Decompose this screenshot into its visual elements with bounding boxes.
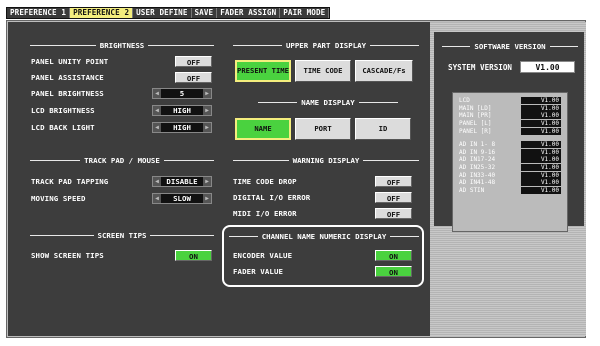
module-version-table: LCD V1.00 MAIN [LD] V1.00 MAIN [PR] V1.00 P… [452,92,568,232]
brightness-title: BRIGHTNESS [99,40,145,50]
trackpad-header: TRACK PAD / MOUSE [30,155,214,165]
list-item: MAIN [LD] V1.00 [459,104,561,112]
list-item: LCD V1.00 [459,97,561,105]
list-item: AD STIN V1.00 [459,186,561,194]
tab-preference-2[interactable]: PREFERENCE 2 [70,8,134,18]
arrow-left-icon[interactable]: ◀ [153,106,161,115]
panel-unity-point-button[interactable]: OFF [175,56,212,67]
arrow-right-icon[interactable]: ▶ [203,89,211,98]
panel-brightness-stepper[interactable]: ◀ 5 ▶ [152,88,212,99]
channel-numeric-header: CHANNEL NAME NUMERIC DISPLAY [229,231,419,241]
tab-save[interactable]: SAVE [192,8,218,18]
present-time-button[interactable]: PRESENT TIME [235,60,291,82]
tab-bar: PREFERENCE 1 PREFERENCE 2 USER DEFINE SA… [6,7,331,19]
upper-display-header: UPPER PART DISPLAY [233,40,419,50]
track-pad-tapping-stepper[interactable]: ◀ DISABLE ▶ [152,176,212,187]
list-item: PANEL [R] V1.00 [459,127,561,135]
arrow-left-icon[interactable]: ◀ [153,123,161,132]
id-button[interactable]: ID [355,118,411,140]
arrow-right-icon[interactable]: ▶ [203,123,211,132]
time-code-drop-label: TIME CODE DROP [233,177,297,186]
list-item: AD IN33-40 V1.00 [459,171,561,179]
lcd-back-light-stepper[interactable]: ◀ HIGH ▶ [152,122,212,133]
arrow-left-icon[interactable]: ◀ [153,89,161,98]
list-item: PANEL [L] V1.00 [459,120,561,128]
list-item: AD IN 9-16 V1.00 [459,148,561,156]
midi-io-error-label: MIDI I/O ERROR [233,209,297,218]
list-item: AD IN17-24 V1.00 [459,156,561,164]
software-version-header: SOFTWARE VERSION [442,41,579,51]
encoder-value-button[interactable]: ON [375,250,412,261]
cascade-fs-button[interactable]: CASCADE/Fs [355,60,413,82]
list-item: AD IN25-32 V1.00 [459,164,561,172]
show-screen-tips-label: SHOW SCREEN TIPS [31,251,104,260]
fader-value-button[interactable]: ON [375,266,412,277]
list-item: AD IN 1- 8 V1.00 [459,141,561,149]
port-button[interactable]: PORT [295,118,351,140]
time-code-button[interactable]: TIME CODE [295,60,351,82]
arrow-right-icon[interactable]: ▶ [203,106,211,115]
lcd-back-light-value: HIGH [173,123,191,132]
moving-speed-value: SLOW [173,194,191,203]
tab-user-define[interactable]: USER DEFINE [133,8,192,18]
tab-pair-mode[interactable]: PAIR MODE [280,8,330,18]
arrow-right-icon[interactable]: ▶ [203,194,211,203]
lcd-brightness-label: LCD BRIGHTNESS [31,106,95,115]
arrow-left-icon[interactable]: ◀ [153,177,161,186]
lcd-brightness-stepper[interactable]: ◀ HIGH ▶ [152,105,212,116]
panel-brightness-value: 5 [179,89,185,98]
moving-speed-stepper[interactable]: ◀ SLOW ▶ [152,193,212,204]
encoder-value-label: ENCODER VALUE [233,251,293,260]
show-screen-tips-button[interactable]: ON [175,250,212,261]
time-code-drop-button[interactable]: OFF [375,176,412,187]
upper-display-title: UPPER PART DISPLAY [285,40,367,50]
name-display-title: NAME DISPLAY [301,97,355,107]
list-item: MAIN [PR] V1.00 [459,112,561,120]
name-button[interactable]: NAME [235,118,291,140]
system-version-label: SYSTEM VERSION [448,63,513,72]
list-item: AD IN41-48 V1.00 [459,179,561,187]
screen-tips-title: SCREEN TIPS [97,230,147,240]
brightness-header: BRIGHTNESS [30,40,214,50]
lcd-back-light-label: LCD BACK LIGHT [31,123,95,132]
screen-tips-header: SCREEN TIPS [30,230,215,240]
arrow-left-icon[interactable]: ◀ [153,194,161,203]
track-pad-tapping-label: TRACK PAD TAPPING [31,177,109,186]
system-version-value: V1.00 [520,61,575,73]
lcd-brightness-value: HIGH [173,106,191,115]
name-display-header: NAME DISPLAY [258,97,398,107]
digital-io-error-button[interactable]: OFF [375,192,412,203]
panel-unity-point-label: PANEL UNITY POINT [31,57,109,66]
tab-preference-1[interactable]: PREFERENCE 1 [7,8,71,18]
warning-display-header: WARNING DISPLAY [233,155,419,165]
channel-numeric-title: CHANNEL NAME NUMERIC DISPLAY [261,231,387,241]
panel-assistance-button[interactable]: OFF [175,72,212,83]
trackpad-title: TRACK PAD / MOUSE [84,155,160,165]
fader-value-label: FADER VALUE [233,267,284,276]
warning-display-title: WARNING DISPLAY [292,155,360,165]
arrow-right-icon[interactable]: ▶ [203,177,211,186]
digital-io-error-label: DIGITAL I/O ERROR [233,193,311,202]
panel-brightness-label: PANEL BRIGHTNESS [31,89,104,98]
software-version-title: SOFTWARE VERSION [474,41,546,51]
moving-speed-label: MOVING SPEED [31,194,86,203]
tab-fader-assign[interactable]: FADER ASSIGN [217,8,281,18]
midi-io-error-button[interactable]: OFF [375,208,412,219]
track-pad-tapping-value: DISABLE [166,177,198,186]
panel-assistance-label: PANEL ASSISTANCE [31,73,104,82]
